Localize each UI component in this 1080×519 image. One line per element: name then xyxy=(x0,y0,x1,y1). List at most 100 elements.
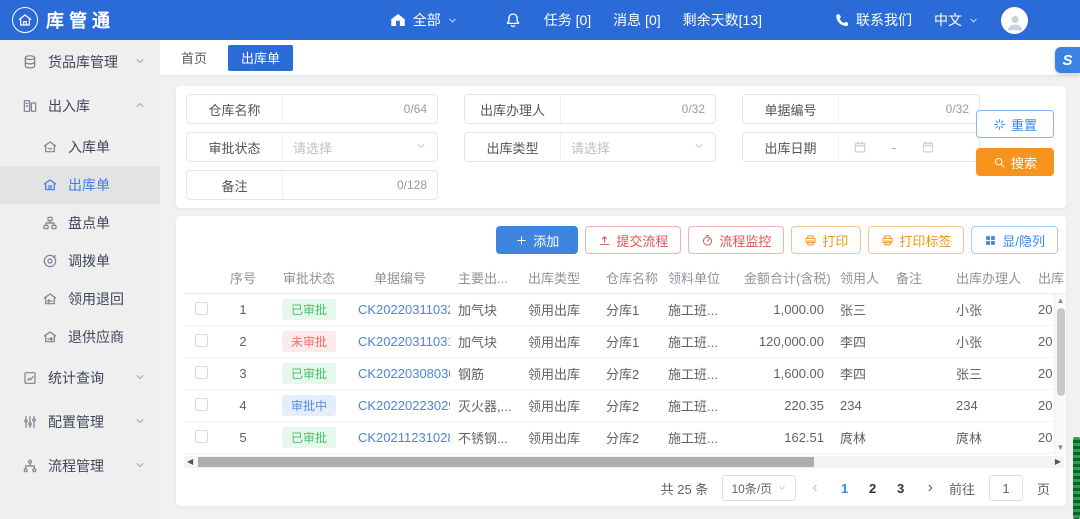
field-input[interactable]: 0/128 xyxy=(283,171,437,199)
main-area: 首页出库单 S 仓库名称0/64出库办理人0/32单据编号0/32审批状态请选择… xyxy=(160,40,1080,519)
field-input[interactable]: 0/64 xyxy=(283,95,437,123)
prev-page-button[interactable]: ‹ xyxy=(810,479,819,497)
row-checkbox[interactable] xyxy=(195,430,208,443)
page-number-1[interactable]: 1 xyxy=(834,481,856,496)
page-size-select[interactable]: 10条/页 xyxy=(722,475,796,501)
sidebar-item-workflow-management[interactable]: 流程管理 xyxy=(0,444,160,488)
print-label-button[interactable]: 打印标签 xyxy=(868,226,964,254)
out-type-cell: 领用出库 xyxy=(520,396,598,415)
amount-cell: 120,000.00 xyxy=(736,334,832,349)
vertical-scroll-thumb[interactable] xyxy=(1057,308,1065,396)
scroll-right-arrow[interactable]: ▶ xyxy=(1055,456,1061,468)
doc-number-link[interactable]: CK20220311031 xyxy=(358,334,450,349)
language-label: 中文 xyxy=(934,10,962,30)
button-label: 打印 xyxy=(822,231,848,250)
outbound-type-select[interactable]: 出库类型请选择 xyxy=(464,132,716,162)
requisition-return-icon xyxy=(42,291,58,307)
search-label: 搜索 xyxy=(1011,153,1037,172)
outbound-handler-field[interactable]: 出库办理人0/32 xyxy=(464,94,716,124)
recipient-cell: 张三 xyxy=(832,300,888,319)
table-panel: 添加提交流程流程监控打印打印标签显/隐列 序号审批状态单据编号主要出...出库类… xyxy=(176,216,1066,506)
recipient-cell: 庹林 xyxy=(832,428,888,447)
days-left-label: 剩余天数[13] xyxy=(683,10,762,30)
seq-cell: 4 xyxy=(218,398,268,413)
sidebar-subitem-outbound-order[interactable]: 出库单 xyxy=(0,166,160,204)
field-input[interactable]: 0/32 xyxy=(561,95,715,123)
bell-icon[interactable] xyxy=(504,11,522,29)
contact-label: 联系我们 xyxy=(856,10,912,30)
tabbar: 首页出库单 xyxy=(160,40,1080,76)
inbound-order-icon xyxy=(42,139,58,155)
messages-link[interactable]: 消息 [0] xyxy=(613,10,660,30)
upload-icon xyxy=(598,234,611,247)
page-scrollbar[interactable] xyxy=(1073,437,1080,519)
remark-field[interactable]: 备注0/128 xyxy=(186,170,438,200)
avatar[interactable] xyxy=(1001,7,1028,34)
unit-cell: 施工班... xyxy=(660,396,736,415)
row-checkbox[interactable] xyxy=(195,334,208,347)
page-number-2[interactable]: 2 xyxy=(862,481,884,496)
vertical-scrollbar[interactable]: ▲ ▼ xyxy=(1054,294,1066,454)
sidebar-item-goods-warehouse-management[interactable]: 货品库管理 xyxy=(0,40,160,84)
doc-number-link[interactable]: CK20211231028 xyxy=(358,430,450,445)
chevron-down-icon xyxy=(777,483,787,493)
print-button[interactable]: 打印 xyxy=(791,226,861,254)
scroll-left-arrow[interactable]: ◀ xyxy=(187,456,193,468)
printer-icon xyxy=(881,234,894,247)
sidebar-subitem-supplier-return[interactable]: 退供应商 xyxy=(0,318,160,356)
next-page-button[interactable]: › xyxy=(926,479,935,497)
sidebar-subitem-inbound-order[interactable]: 入库单 xyxy=(0,128,160,166)
search-icon xyxy=(993,156,1006,169)
handler-cell: 小张 xyxy=(948,300,1030,319)
column-header: 出库类型 xyxy=(520,268,598,287)
column-header: 审批状态 xyxy=(268,268,350,287)
doc-number-link[interactable]: CK20220308030 xyxy=(358,366,450,381)
workflow-monitor-button[interactable]: 流程监控 xyxy=(688,226,784,254)
unit-cell: 施工班... xyxy=(660,428,736,447)
row-checkbox[interactable] xyxy=(195,366,208,379)
sidebar-subitem-inventory-check-order[interactable]: 盘点单 xyxy=(0,204,160,242)
add-button[interactable]: 添加 xyxy=(496,226,578,254)
submit-workflow-button[interactable]: 提交流程 xyxy=(585,226,681,254)
tab-outbound-orders[interactable]: 出库单 xyxy=(228,45,293,71)
floating-widget[interactable]: S xyxy=(1055,47,1080,73)
goto-page-input[interactable]: 1 xyxy=(989,475,1023,501)
contact-link[interactable]: 联系我们 xyxy=(834,10,912,30)
field-input[interactable]: 请选择 xyxy=(561,133,715,161)
warehouse-name-field[interactable]: 仓库名称0/64 xyxy=(186,94,438,124)
doc-number-field[interactable]: 单据编号0/32 xyxy=(742,94,980,124)
sidebar-item-label: 货品库管理 xyxy=(48,52,118,72)
scope-selector[interactable]: 全部 xyxy=(389,10,458,30)
row-checkbox[interactable] xyxy=(195,398,208,411)
approval-status-select[interactable]: 审批状态请选择 xyxy=(186,132,438,162)
sidebar-item-label: 流程管理 xyxy=(48,456,104,476)
scroll-up-arrow[interactable]: ▲ xyxy=(1055,294,1066,307)
outbound-date-range[interactable]: 出库日期- xyxy=(742,132,980,162)
doc-number-link[interactable]: CK20220223029 xyxy=(358,398,450,413)
language-selector[interactable]: 中文 xyxy=(934,10,979,30)
home-icon xyxy=(389,11,407,29)
table-row: 2未审批CK20220311031加气块领用出库分库1施工班...120,000… xyxy=(184,326,1066,358)
sidebar-item-stats-query[interactable]: 统计查询 xyxy=(0,356,160,400)
handler-cell: 张三 xyxy=(948,364,1030,383)
doc-number-link[interactable]: CK20220311032 xyxy=(358,302,450,317)
tasks-link[interactable]: 任务 [0] xyxy=(544,10,591,30)
sidebar-subitem-requisition-return[interactable]: 领用退回 xyxy=(0,280,160,318)
date-separator: - xyxy=(892,140,896,155)
sidebar-subitem-transfer-order[interactable]: 调拨单 xyxy=(0,242,160,280)
sidebar-item-in-out-warehouse[interactable]: 出入库 xyxy=(0,84,160,128)
field-input[interactable]: 请选择 xyxy=(283,133,437,161)
reset-button[interactable]: 重置 xyxy=(976,110,1054,138)
show-hide-columns-button[interactable]: 显/隐列 xyxy=(971,226,1058,254)
scroll-down-arrow[interactable]: ▼ xyxy=(1055,441,1066,454)
tab-home[interactable]: 首页 xyxy=(168,45,220,71)
field-input[interactable]: 0/32 xyxy=(839,95,979,123)
horizontal-scroll-thumb[interactable] xyxy=(198,457,814,467)
row-checkbox[interactable] xyxy=(195,302,208,315)
calendar-icon xyxy=(921,140,935,154)
page-number-3[interactable]: 3 xyxy=(890,481,912,496)
sidebar-item-config-management[interactable]: 配置管理 xyxy=(0,400,160,444)
field-input[interactable]: - xyxy=(839,133,979,161)
horizontal-scrollbar[interactable]: ◀ ▶ xyxy=(184,456,1064,468)
search-button[interactable]: 搜索 xyxy=(976,148,1054,176)
